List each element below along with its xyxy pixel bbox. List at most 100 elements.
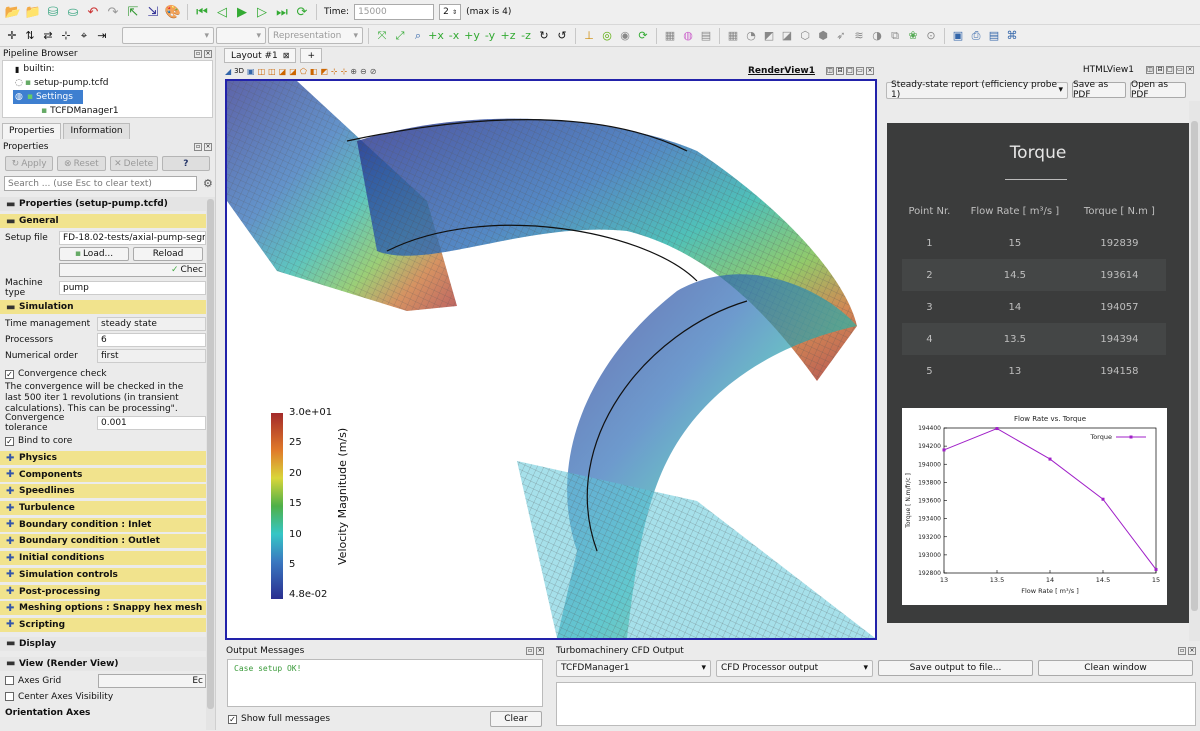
- extract-subset-icon[interactable]: ⬢: [815, 27, 831, 45]
- glyph-icon[interactable]: ➶: [833, 27, 849, 45]
- view-plus-y-icon[interactable]: +y: [464, 27, 480, 45]
- float-icon[interactable]: ▫: [1178, 647, 1186, 655]
- tree-item-builtin[interactable]: ▮ builtin:: [15, 62, 212, 76]
- palette-bar-icon[interactable]: ▤: [698, 27, 714, 45]
- section-general[interactable]: ▬ General: [0, 214, 206, 228]
- select-block-icon[interactable]: ◧: [310, 67, 318, 76]
- properties-scrollbar[interactable]: [206, 197, 215, 730]
- last-frame-icon[interactable]: ⏭: [273, 3, 291, 21]
- show-full-row[interactable]: ✓ Show full messages: [228, 714, 330, 724]
- search-input[interactable]: Search ... (use Esc to clear text): [4, 176, 197, 191]
- screenshot-icon[interactable]: ▣: [950, 27, 966, 45]
- color-map-icon[interactable]: ◍: [680, 27, 696, 45]
- center-axes-checkbox[interactable]: [5, 692, 14, 702]
- section-collapsed[interactable]: ✚ Meshing options : Snappy hex mesh: [0, 601, 206, 616]
- camera-combo[interactable]: [112, 27, 120, 44]
- refresh-icon[interactable]: ⟳: [635, 27, 651, 45]
- tab-information[interactable]: Information: [63, 123, 130, 139]
- connect-icon[interactable]: ⇱: [124, 3, 142, 21]
- split-vertical-icon[interactable]: ⊟: [836, 67, 844, 75]
- select-frustum-points-icon[interactable]: ◪: [289, 67, 297, 76]
- close-icon[interactable]: ×: [204, 142, 212, 151]
- numerical-order-select[interactable]: first: [97, 349, 206, 363]
- add-layout-button[interactable]: +: [300, 48, 322, 63]
- view-minus-y-icon[interactable]: -y: [482, 27, 498, 45]
- camera-icon[interactable]: ◢: [225, 67, 231, 76]
- select-surface-points-icon[interactable]: ◫: [268, 67, 276, 76]
- load-button[interactable]: ▪ Load...: [59, 247, 129, 261]
- scroll-thumb[interactable]: [1191, 121, 1198, 611]
- section-collapsed[interactable]: ✚ Initial conditions: [0, 551, 206, 566]
- bind-to-core-checkbox[interactable]: ✓: [5, 436, 14, 446]
- pick-center-icon[interactable]: ⌖: [76, 27, 92, 45]
- check-button[interactable]: ✓ Chec: [59, 263, 206, 277]
- render-view-canvas[interactable]: 3.0e+01 25 20 15 10 5 4.8e-02 Velocity M…: [225, 79, 877, 640]
- contour-icon[interactable]: ◔: [743, 27, 759, 45]
- float-icon[interactable]: ▫: [194, 49, 202, 58]
- section-display[interactable]: ▬ Display: [0, 636, 206, 651]
- stream-tracer-icon[interactable]: ≋: [851, 27, 867, 45]
- grow-selection-icon[interactable]: ⊕: [350, 67, 357, 76]
- hover-points-icon[interactable]: ⊹: [331, 67, 338, 76]
- gear-icon[interactable]: ⚙: [203, 177, 213, 190]
- maximize-icon[interactable]: □: [846, 67, 854, 75]
- clear-button[interactable]: Clear: [490, 711, 542, 727]
- select-surface-cells-icon[interactable]: ◫: [258, 67, 266, 76]
- setup-file-field[interactable]: FD-18.02-tests/axial-pump-segment-e: [59, 231, 206, 245]
- tree-item-manager[interactable]: ▪ TCFDManager1: [41, 104, 212, 118]
- save-state-icon[interactable]: ⛁: [44, 3, 62, 21]
- interact-icon[interactable]: ⇅: [22, 27, 38, 45]
- tab-properties[interactable]: Properties: [2, 123, 62, 139]
- save-output-button[interactable]: Save output to file...: [878, 660, 1033, 676]
- report-scrollbar[interactable]: [1189, 101, 1200, 641]
- section-collapsed[interactable]: ✚ Physics: [0, 451, 206, 465]
- reset-button[interactable]: ⊗ Reset: [57, 156, 106, 171]
- warp-icon[interactable]: ◑: [869, 27, 885, 45]
- section-collapsed[interactable]: ✚ Post-processing: [0, 584, 206, 599]
- eye-icon[interactable]: ◍: [15, 92, 23, 102]
- interactive-select-icon[interactable]: ◩: [320, 67, 328, 76]
- split-vertical-icon[interactable]: ⊟: [1156, 66, 1164, 74]
- section-simulation[interactable]: ▬ Simulation: [0, 300, 206, 314]
- convergence-check-row[interactable]: ✓ Convergence check: [0, 366, 206, 382]
- select-polygon-icon[interactable]: ⬠: [300, 67, 307, 76]
- view-3d-toggle[interactable]: 3D: [234, 67, 244, 75]
- select-frustum-cells-icon[interactable]: ◪: [279, 67, 287, 76]
- manager-select[interactable]: TCFDManager1 ▾: [556, 659, 711, 677]
- slice-icon[interactable]: ◪: [779, 27, 795, 45]
- rotate-plus-90-icon[interactable]: ↻: [536, 27, 552, 45]
- select-cells-icon[interactable]: ⊹: [58, 27, 74, 45]
- view-plus-z-icon[interactable]: +z: [500, 27, 516, 45]
- shrink-selection-icon[interactable]: ⊖: [360, 67, 367, 76]
- view-minus-z-icon[interactable]: -z: [518, 27, 534, 45]
- python-icon[interactable]: ⌘: [1004, 27, 1020, 45]
- extract-icon[interactable]: ⇥: [94, 27, 110, 45]
- close-icon[interactable]: ⊠: [283, 51, 290, 60]
- section-collapsed[interactable]: ✚ Simulation controls: [0, 567, 206, 582]
- center-icon[interactable]: ◎: [599, 27, 615, 45]
- scroll-thumb[interactable]: [207, 199, 214, 709]
- center-axes-icon[interactable]: ◉: [617, 27, 633, 45]
- view-plus-x-icon[interactable]: +x: [428, 27, 444, 45]
- help-button[interactable]: ?: [161, 156, 210, 171]
- float-icon[interactable]: ▫: [194, 142, 202, 151]
- probe-icon[interactable]: ⊙: [923, 27, 939, 45]
- axes-icon[interactable]: ⊥: [581, 27, 597, 45]
- loop-icon[interactable]: ⟳: [293, 3, 311, 21]
- reset-camera-icon[interactable]: ⤧: [374, 27, 390, 45]
- show-full-checkbox[interactable]: ✓: [228, 714, 237, 724]
- convergence-checkbox[interactable]: ✓: [5, 369, 14, 379]
- close-icon[interactable]: ×: [204, 49, 212, 58]
- section-collapsed[interactable]: ✚ Boundary condition : Inlet: [0, 517, 206, 532]
- section-collapsed[interactable]: ✚ Turbulence: [0, 501, 206, 516]
- delete-button[interactable]: ✕ Delete: [109, 156, 158, 171]
- clip-icon[interactable]: ◩: [761, 27, 777, 45]
- play-icon[interactable]: ▶: [233, 3, 251, 21]
- threshold-icon[interactable]: ⬡: [797, 27, 813, 45]
- view-minus-x-icon[interactable]: -x: [446, 27, 462, 45]
- representation-combo[interactable]: Representation ▾: [268, 27, 363, 44]
- image-export-icon[interactable]: ⎙: [968, 27, 984, 45]
- axes-grid-checkbox[interactable]: [5, 676, 14, 686]
- tree-item-settings[interactable]: ◍ ▪ Settings: [13, 90, 83, 104]
- undo-icon[interactable]: ↶: [84, 3, 102, 21]
